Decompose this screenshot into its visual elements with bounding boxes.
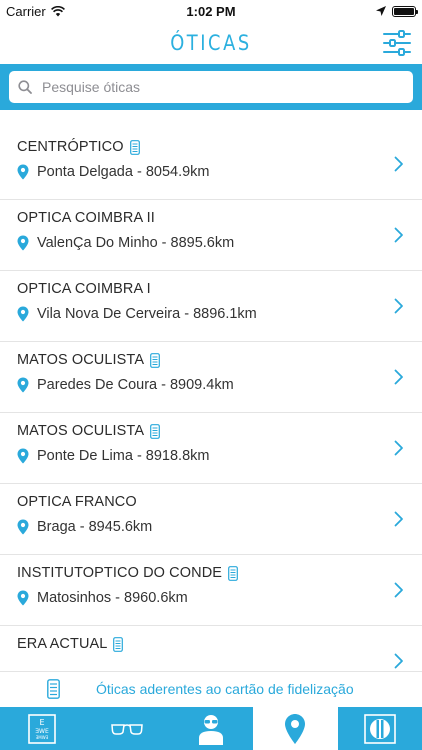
loyalty-card-icon <box>129 139 140 155</box>
eye-chart-icon: E ƎWE ƎMWƎ <box>28 713 57 744</box>
optician-name: CENTRÓPTICO <box>17 139 124 155</box>
item-name-row: OPTICA FRANCO <box>17 494 137 510</box>
optician-name: MATOS OCULISTA <box>17 352 145 368</box>
tab-optician[interactable] <box>169 707 253 750</box>
optician-list: CENTRÓPTICO Ponta Delgada - 8054.9km OPT… <box>0 129 422 671</box>
battery-icon <box>392 5 418 17</box>
item-name-row: CENTRÓPTICO <box>17 139 140 155</box>
optician-name: INSTITUTOPTICO DO CONDE <box>17 565 223 581</box>
optician-location: Matosinhos - 8960.6km <box>37 590 188 606</box>
list-item-content: INSTITUTOPTICO DO CONDE Matosinhos - 896… <box>17 555 422 625</box>
chevron-right-icon <box>394 582 403 598</box>
location-pin-icon <box>285 713 306 744</box>
item-location-row: Matosinhos - 8960.6km <box>17 590 188 606</box>
map-pin-icon <box>17 519 29 535</box>
item-location-row: Vila Nova De Cerveira - 8896.1km <box>17 306 257 322</box>
list-item-content: CENTRÓPTICO Ponta Delgada - 8054.9km <box>17 129 422 199</box>
optician-name: OPTICA FRANCO <box>17 494 137 510</box>
search-field[interactable] <box>9 71 413 103</box>
glasses-icon <box>110 723 143 735</box>
optician-location: ValenÇa Do Minho - 8895.6km <box>37 235 235 251</box>
chevron-right-icon <box>394 298 403 314</box>
optician-location: Ponte De Lima - 8918.8km <box>37 448 210 464</box>
loyalty-card-icon <box>228 565 238 581</box>
list-item[interactable]: INSTITUTOPTICO DO CONDE Matosinhos - 896… <box>0 555 422 626</box>
map-pin-icon <box>17 306 29 322</box>
tab-brand[interactable] <box>338 707 422 750</box>
tab-map[interactable] <box>253 707 338 750</box>
optician-name: MATOS OCULISTA <box>17 423 145 439</box>
list-item[interactable]: MATOS OCULISTA Paredes De Coura - 8909.4… <box>0 342 422 413</box>
item-location-row: Paredes De Coura - 8909.4km <box>17 377 234 393</box>
loyalty-filter-label: Óticas aderentes ao cartão de fidelizaçã… <box>96 681 354 697</box>
list-item[interactable]: OPTICA COIMBRA I Vila Nova De Cerveira -… <box>0 271 422 342</box>
svg-text:ƎMWƎ: ƎMWƎ <box>36 735 49 740</box>
item-name-row: ERA ACTUAL <box>17 636 124 652</box>
list-item-content: OPTICA FRANCO Braga - 8945.6km <box>17 484 422 554</box>
list-item[interactable]: OPTICA FRANCO Braga - 8945.6km <box>0 484 422 555</box>
optician-location: Braga - 8945.6km <box>37 519 153 535</box>
status-time: 1:02 PM <box>186 3 236 19</box>
list-item-content: ERA ACTUAL <box>17 626 422 671</box>
list-item[interactable]: CENTRÓPTICO Ponta Delgada - 8054.9km <box>0 129 422 200</box>
loyalty-card-icon <box>150 352 160 368</box>
list-item-content: MATOS OCULISTA Ponte De Lima - 8918.8km <box>17 413 422 483</box>
svg-text:ƎWE: ƎWE <box>35 728 49 735</box>
loyalty-card-icon <box>113 636 124 652</box>
tab-eye-test[interactable]: E ƎWE ƎMWƎ <box>0 707 84 750</box>
map-pin-icon <box>17 164 29 180</box>
svg-text:E: E <box>40 718 45 727</box>
search-icon <box>18 79 34 95</box>
loyalty-card-icon <box>47 679 60 699</box>
item-name-row: OPTICA COIMBRA II <box>17 210 155 226</box>
search-bar <box>0 64 422 110</box>
optician-location: Ponta Delgada - 8054.9km <box>37 164 210 180</box>
optician-name: OPTICA COIMBRA I <box>17 281 151 297</box>
optician-name: OPTICA COIMBRA II <box>17 210 155 226</box>
chevron-right-icon <box>394 369 403 385</box>
tab-bar: E ƎWE ƎMWƎ <box>0 707 422 750</box>
list-item[interactable]: ERA ACTUAL <box>0 626 422 671</box>
chevron-right-icon <box>394 653 403 669</box>
optician-person-icon <box>199 714 224 745</box>
loyalty-card-icon <box>150 423 160 439</box>
chevron-right-icon <box>394 511 403 527</box>
tab-glasses[interactable] <box>84 707 168 750</box>
item-location-row: ValenÇa Do Minho - 8895.6km <box>17 235 234 251</box>
map-pin-icon <box>17 590 29 606</box>
item-name-row: OPTICA COIMBRA I <box>17 281 151 297</box>
optician-location: Vila Nova De Cerveira - 8896.1km <box>37 306 257 322</box>
map-pin-icon <box>17 448 29 464</box>
list-item-content: OPTICA COIMBRA I Vila Nova De Cerveira -… <box>17 271 422 341</box>
status-bar: Carrier 1:02 PM <box>0 0 422 22</box>
item-name-row: MATOS OCULISTA <box>17 423 160 439</box>
optician-location: Paredes De Coura - 8909.4km <box>37 377 234 393</box>
chevron-right-icon <box>394 156 403 172</box>
item-name-row: INSTITUTOPTICO DO CONDE <box>17 565 238 581</box>
page-title: ÓTICAS <box>170 31 252 55</box>
item-location-row: Braga - 8945.6km <box>17 519 152 535</box>
list-item[interactable]: MATOS OCULISTA Ponte De Lima - 8918.8km <box>0 413 422 484</box>
item-name-row: MATOS OCULISTA <box>17 352 160 368</box>
loyalty-filter-bar[interactable]: Óticas aderentes ao cartão de fidelizaçã… <box>0 671 422 707</box>
map-pin-icon <box>17 235 29 251</box>
chevron-right-icon <box>394 227 403 243</box>
list-item-content: MATOS OCULISTA Paredes De Coura - 8909.4… <box>17 342 422 412</box>
nav-bar: ÓTICAS <box>0 22 422 64</box>
search-input[interactable] <box>42 79 382 95</box>
brand-logo-icon <box>364 713 396 744</box>
map-pin-icon <box>17 377 29 393</box>
item-location-row: Ponte De Lima - 8918.8km <box>17 448 209 464</box>
list-item[interactable]: OPTICA COIMBRA II ValenÇa Do Minho - 889… <box>0 200 422 271</box>
item-location-row: Ponta Delgada - 8054.9km <box>17 164 210 180</box>
filter-sliders-icon[interactable] <box>382 28 412 58</box>
chevron-right-icon <box>394 440 403 456</box>
list-item-content: OPTICA COIMBRA II ValenÇa Do Minho - 889… <box>17 200 422 270</box>
optician-name: ERA ACTUAL <box>17 636 108 652</box>
